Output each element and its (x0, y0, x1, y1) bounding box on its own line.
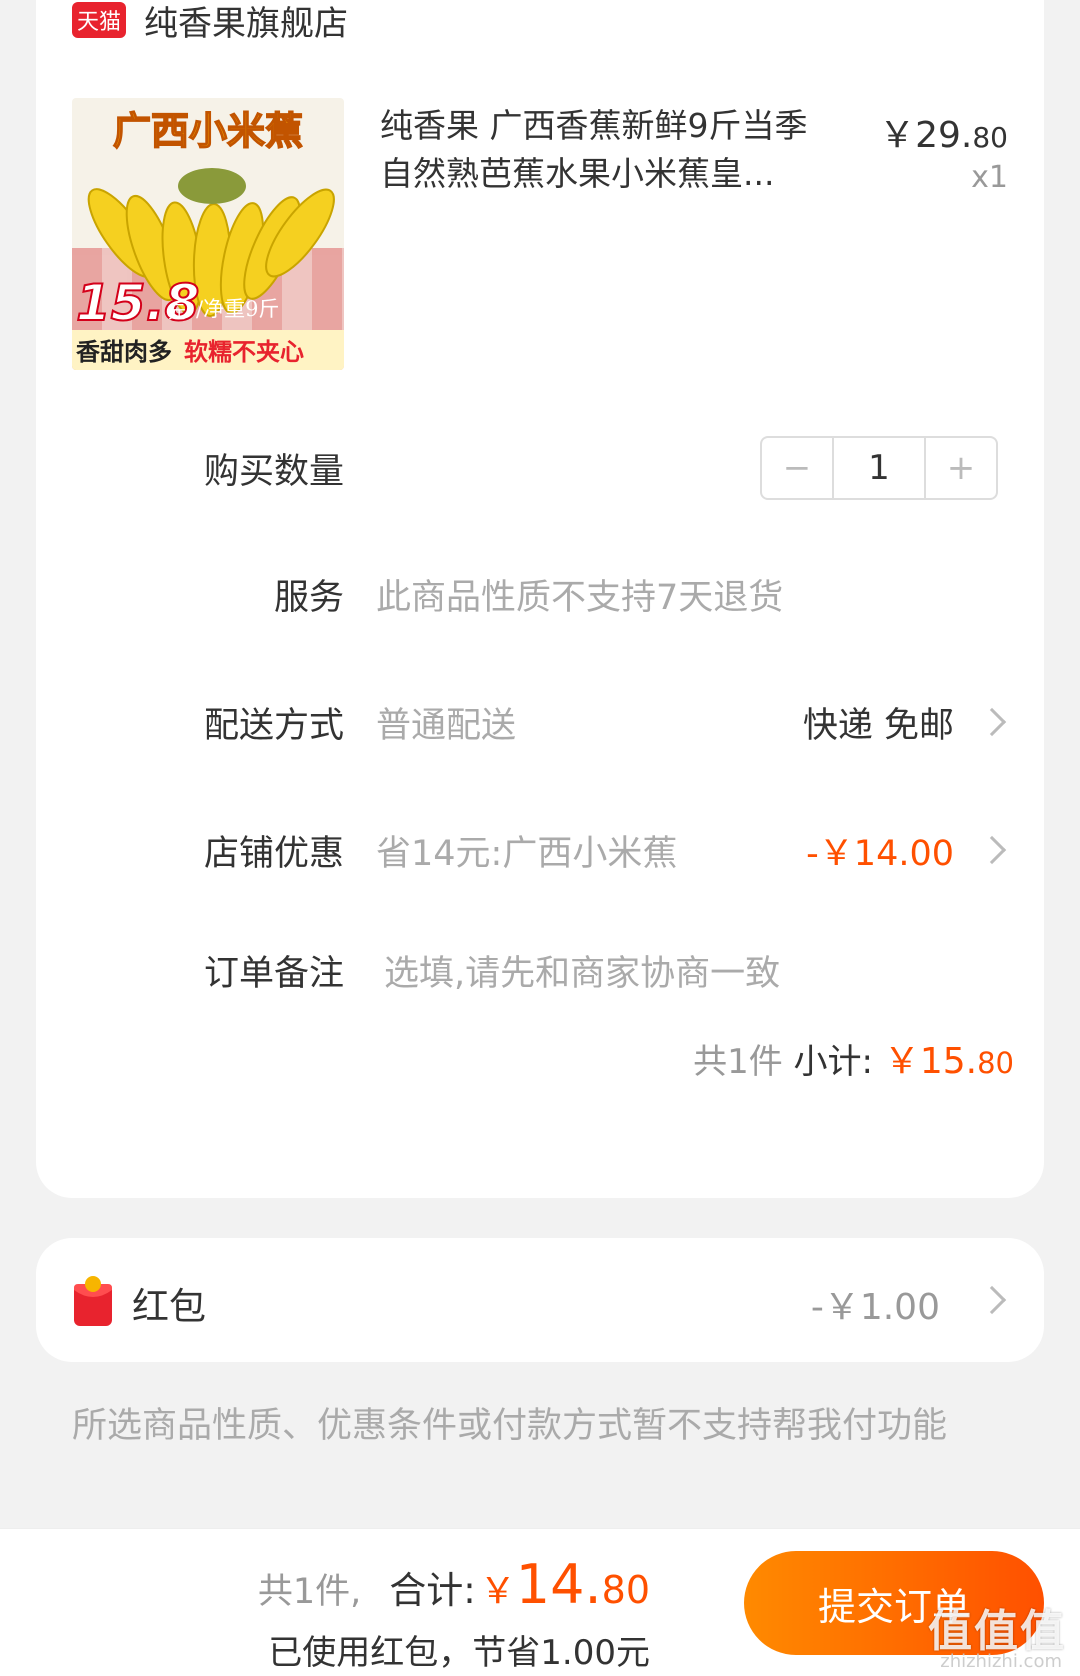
tmall-badge-icon: 天猫 (72, 2, 126, 38)
total-cents: 80 (601, 1568, 650, 1612)
store-discount-label: 店铺优惠 (203, 833, 344, 874)
product-quantity: x1 (971, 160, 1008, 195)
image-slogan-b: 软糯不夹心 (184, 338, 304, 366)
image-headline: 广西小米蕉 (113, 109, 303, 153)
chevron-right-icon[interactable] (977, 1285, 1007, 1315)
product-price-cents: 80 (972, 121, 1008, 154)
delivery-row[interactable]: 配送方式 普通配送 快递 免邮 (36, 692, 1044, 752)
checkout-bar: 共1件, 合计: ￥14.80 已使用红包，节省1.00元 提交订单 值值值 z… (0, 1528, 1080, 1676)
product-price-main: ￥29. (879, 115, 973, 156)
product-image[interactable]: 广西小米蕉 15.8 元 /净重9斤 香甜肉多 软糯不夹心 (72, 98, 344, 370)
product-image-art: 广西小米蕉 15.8 元 /净重9斤 香甜肉多 软糯不夹心 (72, 98, 344, 370)
total-main: 14. (515, 1553, 602, 1616)
red-packet-saved: 已使用红包，节省1.00元 (268, 1633, 650, 1673)
product-title[interactable]: 纯香果 广西香蕉新鲜9斤当季自然熟芭蕉水果小米蕉皇... (380, 102, 840, 198)
total-count: 共1件, (257, 1572, 362, 1612)
increment-button[interactable]: + (926, 438, 996, 498)
red-packet-label: 红包 (132, 1285, 206, 1328)
store-discount-amount[interactable]: -￥14.00 (806, 825, 954, 876)
watermark-url: zhizhizhi.com (940, 1651, 1062, 1672)
red-packet-row[interactable]: 红包 -￥1.00 (36, 1238, 1044, 1362)
delivery-value: 普通配送 (376, 705, 517, 746)
store-order-card: 天猫 纯香果旗舰店 广西小米蕉 15.8 元 /净重9斤 香甜肉多 软糯不夹心 … (36, 0, 1044, 1198)
image-price-unit: 元 (168, 302, 186, 323)
image-weight: /净重9斤 (196, 297, 279, 321)
subtotal-count: 共1件 (693, 1042, 783, 1082)
order-remark-label: 订单备注 (203, 953, 344, 994)
product-price: ￥29.80 (879, 106, 1008, 158)
subtotal-label: 小计: (793, 1042, 874, 1082)
service-label: 服务 (273, 577, 344, 618)
service-row: 服务 此商品性质不支持7天退货 (36, 564, 1044, 624)
decrement-button[interactable]: − (762, 438, 832, 498)
watermark-logo: 值值值 (928, 1606, 1066, 1657)
store-header[interactable]: 天猫 纯香果旗舰店 (72, 0, 348, 44)
delivery-label: 配送方式 (203, 705, 344, 746)
quantity-label: 购买数量 (203, 451, 344, 492)
store-name[interactable]: 纯香果旗舰店 (144, 0, 348, 45)
image-slogan-a: 香甜肉多 (76, 338, 172, 366)
quantity-value[interactable]: 1 (832, 438, 926, 498)
chevron-right-icon[interactable] (977, 707, 1007, 737)
subtotal-amount-main: ￥15. (883, 1041, 978, 1082)
quantity-row: 购买数量 − 1 + (36, 436, 1044, 500)
total-line: 共1件, 合计: ￥14.80 (258, 1553, 650, 1616)
order-remark-row[interactable]: 订单备注 选填,请先和商家协商一致 (36, 940, 1044, 1000)
total-amount: ￥14.80 (480, 1553, 650, 1616)
red-packet-value[interactable]: -￥1.00 (811, 1278, 940, 1330)
store-discount-value: 省14元:广西小米蕉 (376, 833, 678, 874)
subtotal-amount-cents: 80 (977, 1046, 1014, 1080)
red-packet-icon (74, 1276, 112, 1326)
store-discount-row[interactable]: 店铺优惠 省14元:广西小米蕉 -￥14.00 (36, 820, 1044, 880)
total-yen: ￥ (479, 1571, 516, 1612)
order-remark-input[interactable]: 选填,请先和商家协商一致 (384, 945, 780, 996)
chevron-right-icon[interactable] (977, 835, 1007, 865)
total-label: 合计: (389, 1569, 476, 1612)
subtotal: 共1件 小计: ￥15.80 (693, 1032, 1014, 1084)
pay-for-me-notice: 所选商品性质、优惠条件或付款方式暂不支持帮我付功能 (72, 1406, 948, 1446)
subtotal-amount: ￥15.80 (884, 1041, 1014, 1082)
quantity-stepper[interactable]: − 1 + (760, 436, 998, 500)
delivery-method[interactable]: 快递 免邮 (803, 697, 954, 748)
service-value: 此商品性质不支持7天退货 (376, 577, 784, 618)
